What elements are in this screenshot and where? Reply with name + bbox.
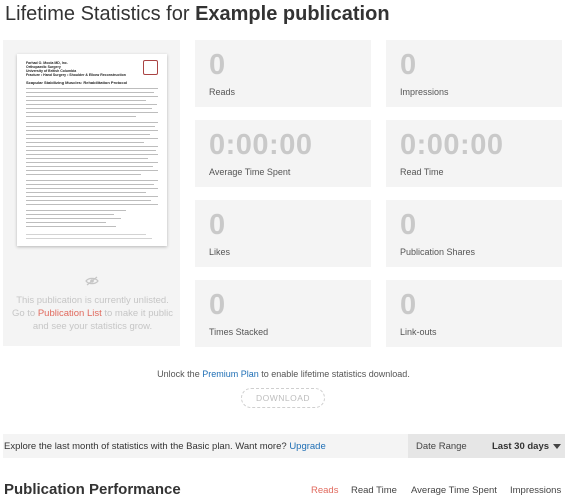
publication-performance-title: Publication Performance (4, 481, 181, 498)
stat-label: Average Time Spent (209, 167, 291, 177)
upgrade-link[interactable]: Upgrade (289, 441, 325, 452)
stat-value: 0 (209, 289, 226, 321)
page-title-prefix: Lifetime Statistics for (5, 3, 196, 25)
tab-impressions[interactable]: Impressions (510, 485, 561, 496)
basic-plan-message: Explore the last month of statistics wit… (4, 441, 290, 452)
basic-plan-text: Explore the last month of statistics wit… (4, 441, 326, 452)
stat-card-average-time-spent: 0:00:00 Average Time Spent (195, 120, 371, 187)
unlisted-go: Go to (11, 308, 38, 319)
stat-value: 0:00:00 (400, 129, 504, 161)
download-button[interactable]: DOWNLOAD (241, 388, 325, 408)
unlisted-notice: This publication is currently unlisted. … (11, 294, 174, 333)
cover-doc-title: Scapular Stabilizing Muscles: Rehabilita… (26, 80, 128, 85)
stat-value: 0:00:00 (209, 129, 313, 161)
basic-plan-bar: Explore the last month of statistics wit… (3, 434, 565, 458)
stat-value: 0 (400, 209, 417, 241)
publication-list-link[interactable]: Publication List (38, 308, 102, 319)
stat-value: 0 (209, 209, 226, 241)
date-range-label: Date Range (416, 441, 467, 452)
stat-card-link-outs: 0 Link-outs (386, 280, 562, 347)
stat-value: 0 (400, 289, 417, 321)
university-logo (143, 60, 158, 75)
stat-card-publication-shares: 0 Publication Shares (386, 200, 562, 267)
stat-card-read-time: 0:00:00 Read Time (386, 120, 562, 187)
publication-name: Example publication (195, 3, 390, 25)
unlisted-line1: This publication is currently unlisted. (16, 295, 169, 306)
tab-reads[interactable]: Reads (311, 485, 338, 496)
tab-read-time[interactable]: Read Time (351, 485, 397, 496)
publication-cover-thumbnail[interactable]: Farhad O. Moola MD, Inc. Orthopaedic Sur… (17, 54, 167, 246)
stat-value: 0 (209, 49, 226, 81)
premium-plan-link[interactable]: Premium Plan (202, 369, 259, 379)
premium-suffix: to enable lifetime statistics download. (258, 369, 410, 379)
stat-label: Link-outs (400, 327, 437, 337)
tab-average-time-spent[interactable]: Average Time Spent (411, 485, 497, 496)
cover-doc-header: Farhad O. Moola MD, Inc. Orthopaedic Sur… (26, 61, 126, 77)
stat-label: Read Time (400, 167, 444, 177)
eye-slash-icon (85, 276, 99, 286)
stat-label: Likes (209, 247, 231, 257)
chevron-down-icon (553, 444, 561, 449)
date-range-value: Last 30 days (492, 441, 550, 452)
stat-label: Impressions (400, 87, 449, 97)
publication-cover-card: Farhad O. Moola MD, Inc. Orthopaedic Sur… (3, 40, 180, 346)
premium-notice: Unlock the Premium Plan to enable lifeti… (0, 369, 567, 379)
stat-label: Reads (209, 87, 236, 97)
stat-label: Publication Shares (400, 247, 476, 257)
page-title: Lifetime Statistics for Example publicat… (5, 3, 390, 26)
stat-card-reads: 0 Reads (195, 40, 371, 107)
stat-card-impressions: 0 Impressions (386, 40, 562, 107)
stat-card-times-stacked: 0 Times Stacked (195, 280, 371, 347)
premium-prefix: Unlock the (157, 369, 203, 379)
stat-label: Times Stacked (209, 327, 269, 337)
stat-value: 0 (400, 49, 417, 81)
date-range-dropdown[interactable]: Date Range Last 30 days (408, 434, 565, 458)
stat-card-likes: 0 Likes (195, 200, 371, 267)
